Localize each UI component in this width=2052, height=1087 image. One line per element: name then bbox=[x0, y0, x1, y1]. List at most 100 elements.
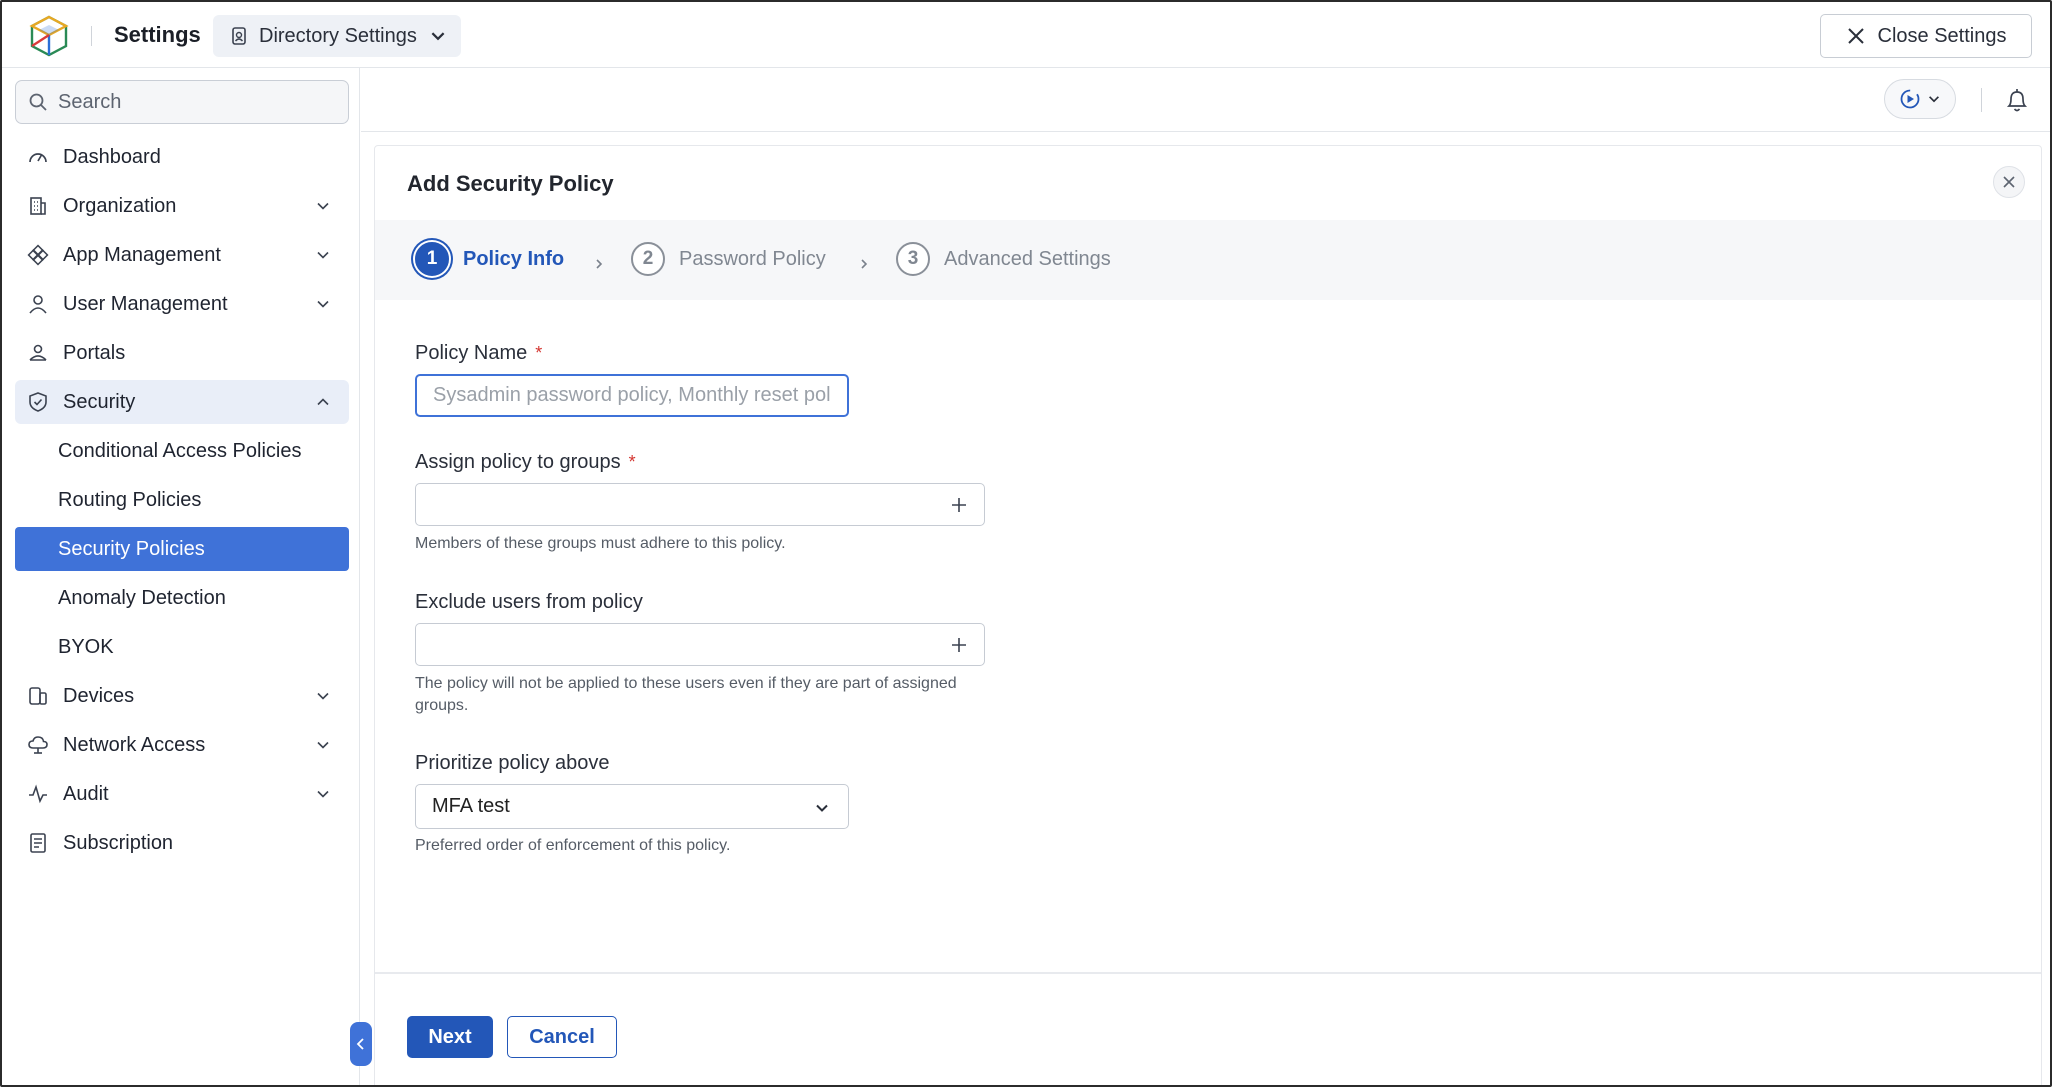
exclude-users-label: Exclude users from policy bbox=[415, 591, 643, 613]
search-icon bbox=[29, 93, 47, 111]
sidebar-subitem-byok[interactable]: BYOK bbox=[15, 625, 349, 669]
step-number: 1 bbox=[415, 242, 449, 276]
sidebar-item-label: Dashboard bbox=[63, 145, 161, 168]
chevron-down-icon bbox=[317, 741, 329, 749]
directory-icon bbox=[232, 27, 246, 45]
panel-close-button[interactable] bbox=[1993, 166, 2025, 198]
sidebar-search[interactable]: Search bbox=[15, 80, 349, 124]
chevron-right-icon bbox=[596, 259, 603, 269]
close-settings-label: Close Settings bbox=[1877, 24, 2007, 47]
prioritize-selected-value: MFA test bbox=[432, 795, 510, 817]
sidebar-subitem-label: Conditional Access Policies bbox=[58, 439, 302, 462]
sidebar-subitem-anomaly-detection[interactable]: Anomaly Detection bbox=[15, 576, 349, 620]
chevron-down-icon bbox=[431, 32, 445, 41]
assign-groups-input[interactable] bbox=[415, 483, 985, 526]
sidebar-item-network-access[interactable]: Network Access bbox=[15, 723, 349, 767]
step-policy-info[interactable]: 1 Policy Info bbox=[415, 242, 564, 276]
stepper: 1 Policy Info 2 Password Policy 3 Advanc… bbox=[375, 220, 2041, 300]
assist-icon bbox=[1900, 89, 1920, 109]
building-icon bbox=[30, 197, 46, 215]
sidebar-item-label: Network Access bbox=[63, 733, 206, 756]
policy-name-label-text: Policy Name bbox=[415, 342, 528, 364]
chevron-down-icon bbox=[317, 692, 329, 700]
required-marker: * bbox=[628, 452, 636, 472]
chevron-down-icon bbox=[1929, 96, 1939, 103]
sidebar-subitem-routing-policies[interactable]: Routing Policies bbox=[15, 478, 349, 522]
shield-icon bbox=[29, 392, 47, 412]
pulse-icon bbox=[29, 784, 47, 804]
step-label: Password Policy bbox=[679, 247, 826, 270]
next-button[interactable]: Next bbox=[407, 1016, 493, 1058]
sidebar-item-label: Subscription bbox=[63, 831, 174, 854]
directory-settings-label: Directory Settings bbox=[259, 24, 417, 47]
bell-icon[interactable] bbox=[2004, 86, 2030, 114]
sidebar-item-audit[interactable]: Audit bbox=[15, 772, 349, 816]
panel-footer: Next Cancel bbox=[375, 972, 2041, 1085]
close-icon bbox=[2003, 176, 2015, 188]
sidebar-item-label: Security bbox=[63, 390, 136, 413]
sidebar-subitem-label: Routing Policies bbox=[58, 488, 202, 511]
chevron-down-icon bbox=[317, 202, 329, 210]
cancel-button[interactable]: Cancel bbox=[507, 1016, 617, 1058]
sidebar-item-label: Devices bbox=[63, 684, 135, 707]
sidebar-item-security[interactable]: Security bbox=[15, 380, 349, 424]
policy-name-input[interactable] bbox=[415, 374, 849, 417]
prioritize-help: Preferred order of enforcement of this p… bbox=[415, 837, 731, 854]
add-security-policy-panel: Add Security Policy 1 Policy Info 2 Pass… bbox=[374, 145, 2042, 1085]
step-number: 3 bbox=[896, 242, 930, 276]
sidebar-item-label: Audit bbox=[63, 782, 109, 805]
sidebar-item-dashboard[interactable]: Dashboard bbox=[15, 135, 349, 179]
close-settings-button[interactable]: Close Settings bbox=[1820, 14, 2032, 58]
devices-icon bbox=[29, 687, 47, 705]
step-password-policy[interactable]: 2 Password Policy bbox=[631, 242, 826, 276]
app-window: Settings Directory Settings Close Settin… bbox=[0, 0, 2052, 1087]
exclude-users-input[interactable] bbox=[415, 623, 985, 666]
sidebar-item-label: App Management bbox=[63, 243, 221, 266]
sidebar-subitem-security-policies[interactable]: Security Policies bbox=[15, 527, 349, 571]
cloud-icon bbox=[28, 736, 48, 754]
app-title: Settings bbox=[114, 22, 201, 47]
exclude-users-help: The policy will not be applied to these … bbox=[415, 675, 957, 714]
chevron-down-icon bbox=[317, 790, 329, 798]
top-bar: Settings Directory Settings Close Settin… bbox=[2, 2, 2050, 68]
directory-settings-button[interactable]: Directory Settings bbox=[213, 15, 461, 57]
sidebar-item-subscription[interactable]: Subscription bbox=[15, 821, 349, 865]
policy-name-label: Policy Name * bbox=[415, 342, 542, 365]
sidebar-item-label: Portals bbox=[63, 341, 126, 364]
chevron-up-icon bbox=[317, 398, 329, 406]
title-divider bbox=[91, 26, 92, 46]
sidebar-item-label: User Management bbox=[63, 292, 228, 315]
step-advanced-settings[interactable]: 3 Advanced Settings bbox=[896, 242, 1111, 276]
sidebar-item-devices[interactable]: Devices bbox=[15, 674, 349, 718]
step-label: Advanced Settings bbox=[944, 247, 1111, 270]
required-marker: * bbox=[535, 343, 543, 363]
receipt-icon bbox=[30, 833, 46, 853]
sidebar-subitem-label: Security Policies bbox=[58, 537, 205, 560]
sidebar-item-label: Organization bbox=[63, 194, 177, 217]
header-divider bbox=[1981, 88, 1982, 112]
plus-icon[interactable] bbox=[950, 636, 968, 654]
sidebar-collapse-handle[interactable] bbox=[350, 1022, 372, 1066]
portal-icon bbox=[29, 344, 47, 361]
assist-menu-button[interactable] bbox=[1884, 79, 1956, 119]
app-logo-icon bbox=[29, 15, 69, 57]
sidebar-subitem-label: Anomaly Detection bbox=[58, 586, 226, 609]
sidebar-item-organization[interactable]: Organization bbox=[15, 184, 349, 228]
sidebar-item-user-management[interactable]: User Management bbox=[15, 282, 349, 326]
gauge-icon bbox=[29, 153, 47, 163]
chevron-right-icon bbox=[861, 259, 868, 269]
chevron-down-icon bbox=[317, 300, 329, 308]
assign-groups-label-text: Assign policy to groups bbox=[415, 451, 621, 473]
chevron-down-icon bbox=[317, 251, 329, 259]
sidebar-subitem-conditional-access[interactable]: Conditional Access Policies bbox=[15, 429, 349, 473]
apps-icon bbox=[27, 244, 49, 266]
content-header bbox=[361, 68, 2050, 132]
search-placeholder: Search bbox=[58, 90, 122, 113]
sidebar-item-app-management[interactable]: App Management bbox=[15, 233, 349, 277]
plus-icon[interactable] bbox=[950, 496, 968, 514]
assign-groups-help: Members of these groups must adhere to t… bbox=[415, 535, 786, 552]
sidebar-item-portals[interactable]: Portals bbox=[15, 331, 349, 375]
prioritize-select[interactable]: MFA test bbox=[415, 784, 849, 829]
step-label: Policy Info bbox=[463, 247, 565, 270]
chevron-left-icon bbox=[356, 1038, 364, 1050]
